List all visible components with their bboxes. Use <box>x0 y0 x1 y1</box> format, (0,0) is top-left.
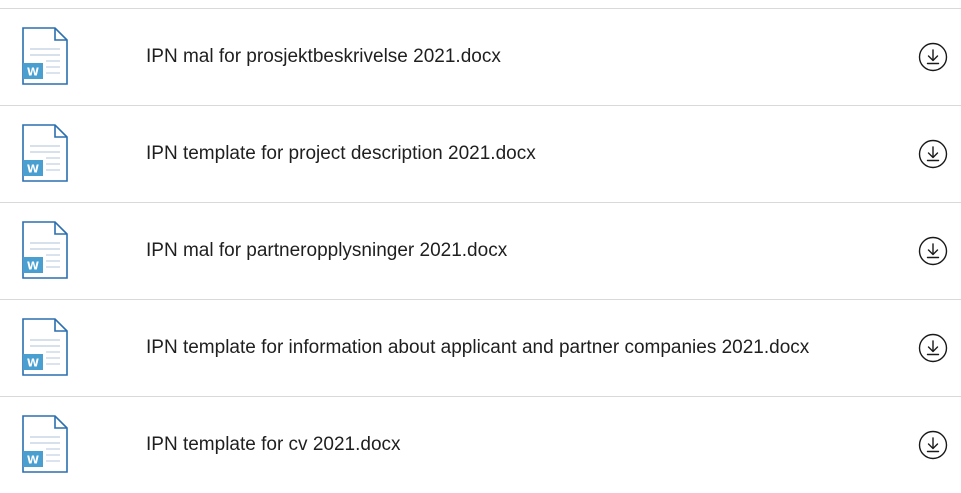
list-item: W IPN template for information about app… <box>0 299 961 396</box>
file-name-link[interactable]: IPN template for cv 2021.docx <box>146 431 851 459</box>
download-icon <box>918 430 948 460</box>
download-icon <box>918 139 948 169</box>
download-button[interactable] <box>918 430 948 460</box>
word-badge: W <box>27 260 39 273</box>
word-document-icon: W <box>22 318 68 376</box>
download-button[interactable] <box>918 333 948 363</box>
word-document-icon: W <box>22 27 68 85</box>
list-item: W IPN mal for partneropplysninger 2021.d… <box>0 202 961 299</box>
file-name-link[interactable]: IPN template for project description 202… <box>146 140 851 168</box>
list-item: W IPN template for cv 2021.docx <box>0 396 961 493</box>
word-badge: W <box>27 454 39 467</box>
download-button[interactable] <box>918 139 948 169</box>
download-icon <box>918 42 948 72</box>
download-icon <box>918 333 948 363</box>
word-badge: W <box>27 357 39 370</box>
file-list: W IPN mal for prosjektbeskrivelse 2021.d… <box>0 8 961 493</box>
list-item: W IPN template for project description 2… <box>0 105 961 202</box>
word-document-icon: W <box>22 415 68 473</box>
file-name-link[interactable]: IPN template for information about appli… <box>146 334 851 362</box>
list-item: W IPN mal for prosjektbeskrivelse 2021.d… <box>0 8 961 105</box>
download-button[interactable] <box>918 236 948 266</box>
word-badge: W <box>27 163 39 176</box>
download-button[interactable] <box>918 42 948 72</box>
word-document-icon: W <box>22 124 68 182</box>
file-name-link[interactable]: IPN mal for partneropplysninger 2021.doc… <box>146 237 851 265</box>
file-name-link[interactable]: IPN mal for prosjektbeskrivelse 2021.doc… <box>146 43 851 71</box>
word-document-icon: W <box>22 221 68 279</box>
word-badge: W <box>27 66 39 79</box>
download-icon <box>918 236 948 266</box>
